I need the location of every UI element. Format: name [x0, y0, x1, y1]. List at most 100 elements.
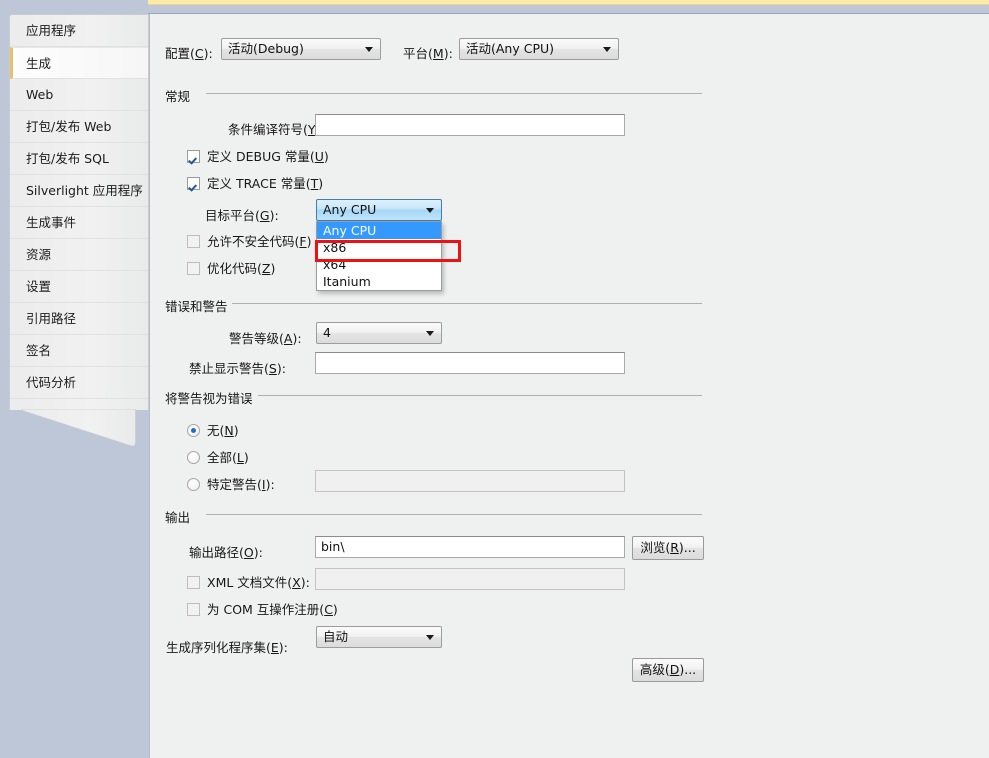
sidebar-item-reference-paths[interactable]: 引用路径: [10, 303, 148, 335]
dropdown-option-x86[interactable]: x86: [317, 239, 441, 256]
optimize-code-label-tail: ): [270, 261, 276, 276]
dropdown-option-itanium[interactable]: Itanium: [317, 273, 441, 290]
target-platform-label-tail: ):: [269, 208, 279, 223]
checkbox-unchecked-icon[interactable]: [187, 603, 200, 616]
register-for-com-interop-mnemonic: C: [324, 602, 333, 617]
output-group-rule: [206, 514, 702, 515]
conditional-symbols-label: 条件编译符号(Y):: [228, 119, 325, 138]
warning-level-label: 警告等级(A):: [229, 328, 302, 347]
allow-unsafe-code-mnemonic: F: [299, 234, 307, 249]
generate-serialization-assembly-label: 生成序列化程序集(E):: [166, 637, 288, 656]
xml-documentation-file-input[interactable]: [315, 568, 625, 590]
define-debug-checkbox-row[interactable]: 定义 DEBUG 常量(U): [187, 146, 329, 165]
sidebar-item-resources[interactable]: 资源: [10, 239, 148, 271]
output-path-value: bin\: [321, 539, 345, 554]
checkbox-checked-icon[interactable]: [187, 150, 200, 163]
treat-warnings-all-radio-row[interactable]: 全部(L): [187, 447, 249, 466]
sidebar-item-package-publish-sql[interactable]: 打包/发布 SQL: [10, 143, 148, 175]
suppress-warnings-input[interactable]: [315, 352, 625, 374]
checkbox-unchecked-icon[interactable]: [187, 235, 200, 248]
sidebar-item-settings[interactable]: 设置: [10, 271, 148, 303]
sidebar-item-signing[interactable]: 签名: [10, 335, 148, 367]
dropdown-option-x64[interactable]: x64: [317, 256, 441, 273]
sidebar-item-code-analysis[interactable]: 代码分析: [10, 367, 148, 399]
treat-warnings-specific-radio-row[interactable]: 特定警告(I):: [187, 474, 275, 493]
platform-combobox[interactable]: 活动(Any CPU): [459, 38, 619, 60]
configuration-combobox[interactable]: 活动(Debug): [221, 38, 381, 60]
generate-serialization-assembly-label-tail: ):: [278, 640, 288, 655]
allow-unsafe-code-checkbox-row[interactable]: 允许不安全代码(F): [187, 231, 311, 250]
treat-warnings-specific-label-tail: ):: [265, 477, 275, 492]
generate-serialization-assembly-label-text: 生成序列化程序集(: [166, 640, 271, 655]
sidebar-item-build[interactable]: 生成: [10, 47, 148, 79]
target-platform-label-mnemonic: G: [259, 208, 270, 223]
sidebar-tab-list: 应用程序 生成 Web 打包/发布 Web 打包/发布 SQL Silverli…: [10, 15, 148, 399]
specific-warnings-input[interactable]: [315, 470, 625, 492]
sidebar-item-build-events[interactable]: 生成事件: [10, 207, 148, 239]
output-path-label-mnemonic: O: [243, 545, 254, 560]
target-platform-label-text: 目标平台(: [205, 208, 260, 223]
browse-button[interactable]: 浏览(R)...: [632, 536, 704, 560]
advanced-button-tail: )...: [679, 662, 697, 677]
register-for-com-interop-label: 为 COM 互操作注册(: [207, 602, 325, 617]
sidebar-item-package-publish-web[interactable]: 打包/发布 Web: [10, 111, 148, 143]
browse-button-tail: )...: [678, 540, 696, 555]
general-group-rule: [206, 93, 702, 94]
treat-warnings-none-radio-row[interactable]: 无(N): [187, 420, 239, 439]
sidebar-tab-panel: 应用程序 生成 Web 打包/发布 Web 打包/发布 SQL Silverli…: [9, 14, 149, 410]
checkbox-checked-icon[interactable]: [187, 177, 200, 190]
generate-serialization-assembly-combobox[interactable]: 自动: [316, 626, 442, 648]
advanced-button-label: 高级(: [639, 662, 670, 677]
radio-unselected-icon[interactable]: [187, 451, 200, 464]
suppress-warnings-label: 禁止显示警告(S):: [189, 358, 286, 377]
warning-level-label-tail: ):: [292, 331, 302, 346]
configuration-label: 配置(C):: [165, 43, 213, 62]
general-group-heading: 常规: [165, 89, 191, 104]
conditional-symbols-label-text: 条件编译符号(: [228, 122, 308, 137]
optimize-code-checkbox-row[interactable]: 优化代码(Z): [187, 258, 275, 277]
define-trace-checkbox-row[interactable]: 定义 TRACE 常量(T): [187, 173, 323, 192]
treat-warnings-all-mnemonic: L: [236, 450, 244, 465]
top-blue-band: [148, 5, 989, 14]
chevron-down-icon: [426, 331, 434, 336]
platform-label-text: 平台(: [403, 46, 433, 61]
configuration-label-text: 配置(: [165, 46, 195, 61]
define-trace-label-tail: ): [318, 176, 324, 191]
browse-button-label: 浏览(: [640, 540, 671, 555]
radio-unselected-icon[interactable]: [187, 478, 200, 491]
allow-unsafe-code-label: 允许不安全代码(: [207, 234, 300, 249]
advanced-button[interactable]: 高级(D)...: [632, 658, 704, 682]
conditional-symbols-input[interactable]: [315, 114, 625, 136]
optimize-code-label: 优化代码(: [207, 261, 262, 276]
register-for-com-interop-checkbox-row[interactable]: 为 COM 互操作注册(C): [187, 599, 338, 618]
checkbox-unchecked-icon[interactable]: [187, 576, 200, 589]
define-debug-label-tail: ): [323, 149, 329, 164]
treat-warnings-none-label: 无(: [207, 423, 225, 438]
output-group-heading: 输出: [165, 510, 191, 525]
xml-documentation-file-checkbox-row[interactable]: XML 文档文件(X):: [187, 572, 310, 591]
suppress-warnings-label-mnemonic: S: [268, 361, 277, 376]
checkbox-unchecked-icon[interactable]: [187, 262, 200, 275]
chevron-down-icon: [426, 635, 434, 640]
treat-warnings-none-mnemonic: N: [224, 423, 234, 438]
chevron-down-icon: [603, 47, 611, 52]
output-path-input[interactable]: bin\: [315, 536, 625, 558]
target-platform-combobox[interactable]: Any CPU: [316, 199, 442, 221]
warning-level-combobox[interactable]: 4: [316, 322, 442, 344]
suppress-warnings-label-tail: ):: [276, 361, 286, 376]
sidebar-item-silverlight-applications[interactable]: Silverlight 应用程序: [10, 175, 148, 207]
sidebar-item-web[interactable]: Web: [10, 79, 148, 111]
chevron-down-icon: [365, 47, 373, 52]
platform-label-mnemonic: M: [432, 46, 444, 61]
xml-documentation-file-label: XML 文档文件(: [207, 575, 293, 590]
sidebar-panel-taper: [22, 409, 136, 447]
project-properties-window: 应用程序 生成 Web 打包/发布 Web 打包/发布 SQL Silverli…: [0, 0, 989, 758]
radio-selected-icon[interactable]: [187, 424, 200, 437]
allow-unsafe-code-label-tail: ): [306, 234, 312, 249]
target-platform-dropdown-list[interactable]: Any CPU x86 x64 Itanium: [316, 221, 442, 291]
chevron-down-icon: [426, 208, 434, 213]
define-debug-label: 定义 DEBUG 常量(: [207, 149, 315, 164]
dropdown-option-any-cpu[interactable]: Any CPU: [317, 222, 441, 239]
platform-label-tail: ):: [443, 46, 453, 61]
sidebar-item-application[interactable]: 应用程序: [10, 15, 148, 47]
